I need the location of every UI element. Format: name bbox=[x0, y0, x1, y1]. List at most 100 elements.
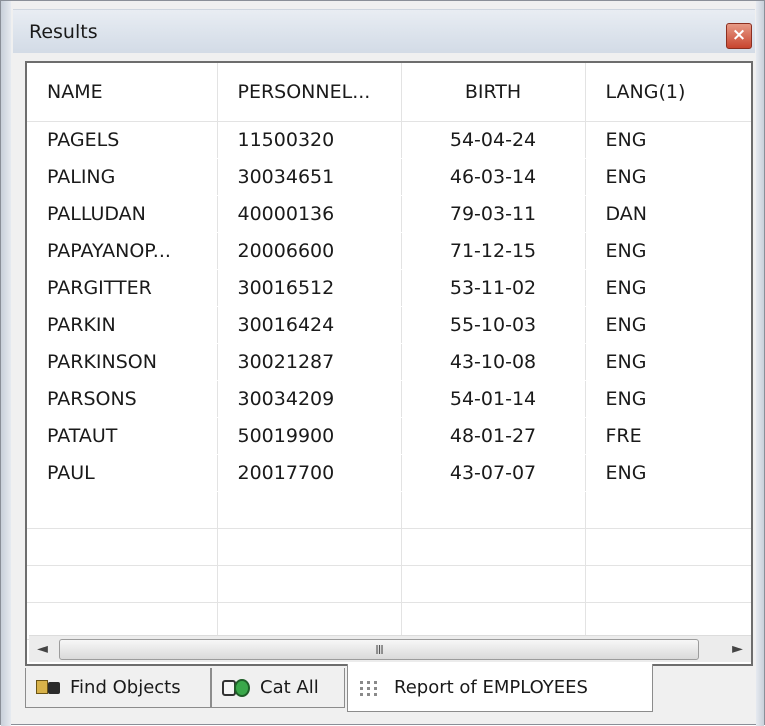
empty-cell bbox=[217, 602, 402, 640]
column-header-lang[interactable]: LANG(1) bbox=[585, 63, 751, 122]
window-frame-right bbox=[756, 1, 764, 726]
cell-birth: 71-12-15 bbox=[401, 232, 586, 270]
cell-personnel: 50019900 bbox=[217, 417, 402, 455]
empty-cell bbox=[27, 565, 218, 603]
cell-lang: ENG bbox=[585, 343, 751, 381]
cell-birth: 43-10-08 bbox=[401, 343, 586, 381]
title-bar[interactable]: Results × bbox=[13, 9, 755, 53]
cat-all-icon bbox=[222, 677, 252, 699]
table-row[interactable]: PARKINSON 30021287 43-10-08 ENG bbox=[27, 343, 751, 381]
cell-personnel: 11500320 bbox=[217, 121, 402, 159]
empty-table-row bbox=[27, 491, 751, 529]
cell-lang: DAN bbox=[585, 195, 751, 233]
column-header-personnel[interactable]: PERSONNEL... bbox=[217, 63, 402, 122]
tab-label: Find Objects bbox=[70, 677, 181, 698]
table-row[interactable]: PALING 30034651 46-03-14 ENG bbox=[27, 158, 751, 196]
cell-birth: 48-01-27 bbox=[401, 417, 586, 455]
cell-lang: ENG bbox=[585, 121, 751, 159]
empty-cell bbox=[585, 602, 751, 640]
results-window: Results × NAME PERSONNEL... BIRTH LANG(1… bbox=[0, 0, 765, 726]
scroll-thumb[interactable]: III bbox=[59, 639, 699, 660]
scroll-left-button[interactable]: ◄ bbox=[29, 636, 56, 663]
cell-personnel: 40000136 bbox=[217, 195, 402, 233]
arrow-right-icon: ► bbox=[732, 641, 743, 657]
cell-lang: ENG bbox=[585, 380, 751, 418]
empty-cell bbox=[217, 491, 402, 529]
cell-lang: ENG bbox=[585, 158, 751, 196]
empty-cell bbox=[401, 565, 586, 603]
table-row[interactable]: PARKIN 30016424 55-10-03 ENG bbox=[27, 306, 751, 344]
empty-cell bbox=[217, 528, 402, 566]
table-row[interactable]: PAPAYANOP... 20006600 71-12-15 ENG bbox=[27, 232, 751, 270]
column-header-birth[interactable]: BIRTH bbox=[401, 63, 586, 122]
empty-cell bbox=[585, 565, 751, 603]
cell-birth: 54-01-14 bbox=[401, 380, 586, 418]
cell-birth: 53-11-02 bbox=[401, 269, 586, 307]
table-row[interactable]: PARGITTER 30016512 53-11-02 ENG bbox=[27, 269, 751, 307]
results-tab-bar: Find Objects Cat All Report of EMPLOYEES bbox=[25, 664, 753, 714]
arrow-left-icon: ◄ bbox=[37, 641, 48, 657]
report-icon bbox=[358, 679, 386, 697]
cell-personnel: 20017700 bbox=[217, 454, 402, 492]
tab-find-objects[interactable]: Find Objects bbox=[25, 668, 211, 708]
empty-cell bbox=[27, 491, 218, 529]
close-button[interactable]: × bbox=[726, 23, 752, 49]
window-title: Results bbox=[29, 21, 98, 43]
empty-table-row bbox=[27, 602, 751, 640]
empty-table-row bbox=[27, 565, 751, 603]
cell-personnel: 30034209 bbox=[217, 380, 402, 418]
cell-birth: 46-03-14 bbox=[401, 158, 586, 196]
cell-lang: ENG bbox=[585, 306, 751, 344]
empty-cell bbox=[585, 528, 751, 566]
cell-name: PAPAYANOP... bbox=[27, 232, 218, 270]
tab-label: Report of EMPLOYEES bbox=[394, 677, 588, 698]
cell-birth: 54-04-24 bbox=[401, 121, 586, 159]
find-objects-icon bbox=[36, 678, 62, 698]
results-table: NAME PERSONNEL... BIRTH LANG(1) PAGELS 11… bbox=[27, 63, 751, 640]
table-row[interactable]: PATAUT 50019900 48-01-27 FRE bbox=[27, 417, 751, 455]
results-grid-panel: NAME PERSONNEL... BIRTH LANG(1) PAGELS 11… bbox=[25, 61, 753, 666]
cell-name: PAGELS bbox=[27, 121, 218, 159]
column-header-name[interactable]: NAME bbox=[27, 63, 218, 122]
cell-name: PALLUDAN bbox=[27, 195, 218, 233]
cell-personnel: 20006600 bbox=[217, 232, 402, 270]
table-row[interactable]: PALLUDAN 40000136 79-03-11 DAN bbox=[27, 195, 751, 233]
table-row[interactable]: PARSONS 30034209 54-01-14 ENG bbox=[27, 380, 751, 418]
empty-cell bbox=[27, 528, 218, 566]
cell-birth: 43-07-07 bbox=[401, 454, 586, 492]
empty-cell bbox=[585, 491, 751, 529]
empty-cell bbox=[401, 602, 586, 640]
empty-cell bbox=[401, 491, 586, 529]
close-icon: × bbox=[731, 25, 747, 45]
cell-lang: ENG bbox=[585, 269, 751, 307]
cell-personnel: 30034651 bbox=[217, 158, 402, 196]
cell-birth: 79-03-11 bbox=[401, 195, 586, 233]
scroll-right-button[interactable]: ► bbox=[724, 636, 751, 663]
cell-name: PATAUT bbox=[27, 417, 218, 455]
cell-birth: 55-10-03 bbox=[401, 306, 586, 344]
cell-name: PARKINSON bbox=[27, 343, 218, 381]
horizontal-scrollbar[interactable]: ◄ III ► bbox=[29, 635, 751, 662]
cell-lang: FRE bbox=[585, 417, 751, 455]
window-frame-left bbox=[1, 1, 11, 726]
table-row[interactable]: PAUL 20017700 43-07-07 ENG bbox=[27, 454, 751, 492]
cell-personnel: 30016512 bbox=[217, 269, 402, 307]
empty-cell bbox=[27, 602, 218, 640]
empty-cell bbox=[217, 565, 402, 603]
empty-table-row bbox=[27, 528, 751, 566]
cell-personnel: 30016424 bbox=[217, 306, 402, 344]
tab-cat-all[interactable]: Cat All bbox=[211, 668, 345, 708]
cell-name: PAUL bbox=[27, 454, 218, 492]
table-header-row: NAME PERSONNEL... BIRTH LANG(1) bbox=[27, 63, 751, 122]
scroll-grip-icon: III bbox=[375, 643, 384, 657]
table-row[interactable]: PAGELS 11500320 54-04-24 ENG bbox=[27, 121, 751, 159]
cell-name: PARKIN bbox=[27, 306, 218, 344]
cell-lang: ENG bbox=[585, 454, 751, 492]
cell-name: PARGITTER bbox=[27, 269, 218, 307]
empty-cell bbox=[401, 528, 586, 566]
cell-personnel: 30021287 bbox=[217, 343, 402, 381]
cell-lang: ENG bbox=[585, 232, 751, 270]
tab-report-of-employees[interactable]: Report of EMPLOYEES bbox=[347, 664, 653, 712]
tab-label: Cat All bbox=[260, 677, 319, 698]
cell-name: PARSONS bbox=[27, 380, 218, 418]
